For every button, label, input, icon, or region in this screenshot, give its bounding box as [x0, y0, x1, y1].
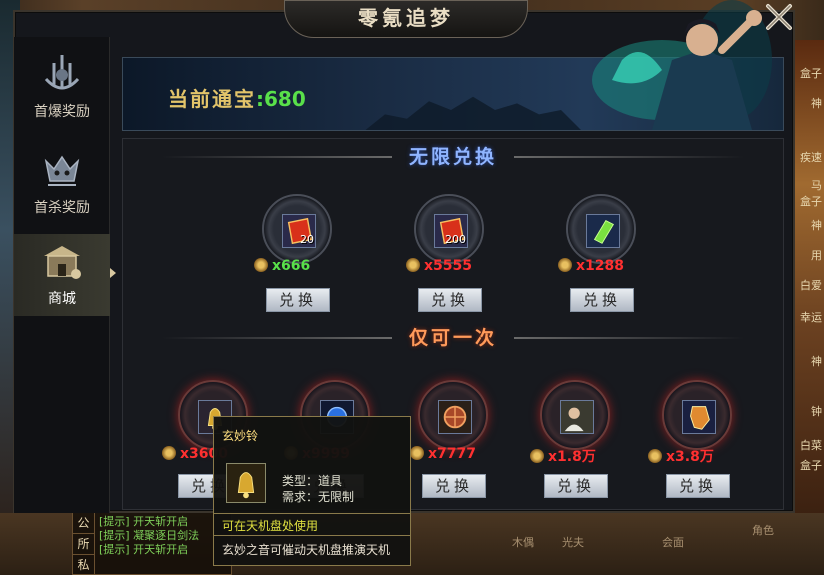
hud-label: 神	[811, 97, 822, 110]
exchange-button[interactable]: 兑换	[544, 474, 608, 498]
sword-crest-icon	[44, 55, 80, 90]
exchange-button[interactable]: 兑换	[418, 288, 482, 312]
sidebar-item-first-kill[interactable]: 首杀奖励	[14, 143, 110, 225]
green-gem-icon	[586, 214, 620, 248]
exchange-button[interactable]: 兑换	[570, 288, 634, 312]
chat-line: [提示] 开天斩开启	[99, 543, 189, 556]
hud-label: 白爱	[800, 279, 822, 292]
item-slot[interactable]	[566, 194, 636, 264]
tooltip-type: 类型：道具	[282, 474, 343, 488]
tooltip-usage: 可在天机盘处使用	[222, 519, 319, 533]
section-once-header: 仅可一次	[122, 323, 784, 351]
chat-lines: [提示] 开天斩开启 [提示] 凝聚逐日剑法 [提示] 开天斩开启	[99, 515, 199, 557]
window-title: 零氪追梦	[284, 0, 528, 38]
bottom-label: 木偶	[512, 536, 534, 549]
item-slot[interactable]	[418, 380, 488, 450]
armor-icon	[682, 400, 716, 434]
bottom-label: 会面	[662, 536, 684, 549]
coin-icon	[162, 446, 176, 460]
section-title: 无限兑换	[408, 146, 497, 168]
item-slot[interactable]	[540, 380, 610, 450]
tooltip-requirement: 需求：无限制	[282, 490, 355, 504]
section-unlimited-header: 无限兑换	[122, 142, 784, 170]
section-title: 仅可一次	[408, 327, 497, 349]
sidebar-item-label: 首杀奖励	[34, 200, 90, 216]
item-price: x7777	[410, 446, 476, 462]
item-slot[interactable]	[662, 380, 732, 450]
hud-label: 钟	[811, 405, 822, 418]
hud-label: 盒子	[800, 459, 822, 472]
price-value: x3.8万	[666, 449, 714, 465]
currency-separator: :	[256, 87, 264, 111]
item-price: x666	[254, 258, 310, 274]
chat-line: [提示] 凝聚逐日剑法	[99, 529, 200, 542]
chat-tab-all[interactable]: 所	[73, 534, 94, 555]
sidebar-item-first-drop[interactable]: 首爆奖励	[14, 47, 110, 129]
game-screen: 盒子 神 疾速 马 盒子 神 用 白爱 幸运 神 钟 白菜 盒子 背包 角色 木…	[0, 0, 824, 575]
portrait-icon	[560, 400, 594, 434]
currency-display: 当前通宝:680	[168, 83, 306, 112]
sidebar: 首爆奖励 首杀奖励 商城	[14, 37, 116, 513]
hud-label: 盒子	[800, 67, 822, 80]
exchange-button[interactable]: 兑换	[266, 288, 330, 312]
coin-icon	[254, 258, 268, 272]
hud-label: 神	[811, 219, 822, 232]
price-value: x1288	[576, 258, 624, 274]
currency-value: 680	[264, 87, 306, 111]
item-price: x1288	[558, 258, 624, 274]
sidebar-item-shop[interactable]: 商城	[14, 234, 116, 316]
wheel-icon	[438, 400, 472, 434]
price-value: x1.8万	[548, 449, 596, 465]
coin-icon	[648, 449, 662, 463]
item-price: x3.8万	[648, 446, 714, 466]
hero-illustration	[592, 0, 772, 130]
chat-box: 公 所 私 [提示] 开天斩开启 [提示] 凝聚逐日剑法 [提示] 开天斩开启	[72, 512, 232, 575]
item-price: x5555	[406, 258, 472, 274]
price-value: x7777	[428, 446, 476, 462]
hud-label: 疾速	[800, 151, 822, 164]
item-slot[interactable]: 20	[262, 194, 332, 264]
bottom-label-role[interactable]: 角色	[752, 522, 774, 538]
coin-icon	[410, 446, 424, 460]
divider	[214, 513, 410, 514]
item-count: 200	[445, 233, 466, 246]
tooltip-item-name: 玄妙铃	[222, 429, 259, 443]
golden-bell-icon	[226, 463, 266, 503]
price-value: x5555	[424, 258, 472, 274]
hud-label: 白菜	[800, 439, 822, 452]
chat-tabs: 公 所 私	[73, 513, 95, 575]
tooltip-description: 玄妙之音可催动天机盘推演天机	[222, 543, 391, 557]
item-price: x1.8万	[530, 446, 596, 466]
hud-label: 神	[811, 355, 822, 368]
bottom-label: 光夫	[562, 536, 584, 549]
divider	[214, 535, 410, 536]
item-count: 20	[300, 233, 314, 246]
chat-tab-private[interactable]: 私	[73, 555, 94, 575]
chat-line: [提示] 开天斩开启	[99, 515, 189, 528]
hud-label: 幸运	[800, 311, 822, 324]
hud-label: 用	[811, 249, 822, 262]
sidebar-item-label: 首爆奖励	[34, 104, 90, 120]
coin-icon	[558, 258, 572, 272]
chat-tab-public[interactable]: 公	[73, 513, 94, 534]
coin-icon	[406, 258, 420, 272]
shop-icon	[44, 246, 81, 279]
item-tooltip: 玄妙铃 类型：道具 需求：无限制 可在天机盘处使用 玄妙之音可催动天机盘推演天机	[213, 416, 411, 566]
exchange-button[interactable]: 兑换	[422, 474, 486, 498]
tooltip-attributes: 类型：道具 需求：无限制	[282, 473, 354, 505]
item-slot[interactable]: 200	[414, 194, 484, 264]
exchange-button[interactable]: 兑换	[666, 474, 730, 498]
demon-crest-icon	[44, 155, 80, 186]
currency-label: 当前通宝	[168, 87, 256, 111]
price-value: x666	[272, 258, 311, 274]
palace-silhouette	[363, 96, 583, 130]
hud-label: 盒子	[800, 195, 822, 208]
active-indicator	[110, 268, 116, 278]
sidebar-item-label: 商城	[48, 291, 76, 307]
coin-icon	[530, 449, 544, 463]
hud-label: 马	[811, 179, 822, 192]
